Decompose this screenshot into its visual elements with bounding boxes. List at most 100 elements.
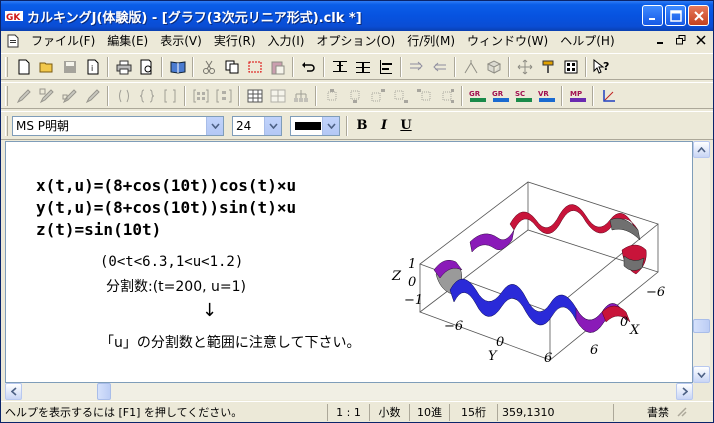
menu-edit[interactable]: 編集(E) [101, 32, 154, 50]
tools-button[interactable] [536, 56, 559, 78]
svg-text:?: ? [603, 60, 609, 73]
title-bar[interactable]: GK カルキングJ(体験版) - [グラフ(3次元リニア形式).clk *] [1, 1, 713, 31]
font-name-select[interactable]: MS P明朝 [12, 115, 224, 136]
graph-vr-button[interactable]: VR [535, 85, 558, 107]
mdi-restore-button[interactable] [673, 33, 689, 47]
note-text[interactable]: 「u」の分割数と範囲に注意して下さい。 [100, 332, 360, 352]
document-icon[interactable] [5, 33, 21, 49]
horizontal-scroll-thumb[interactable] [97, 383, 111, 400]
scroll-left-button[interactable] [5, 383, 22, 400]
minimize-button[interactable] [642, 5, 663, 26]
close-button[interactable] [688, 5, 709, 26]
print-button[interactable] [112, 56, 135, 78]
range-text[interactable]: (0<t<6.3,1<u<1.2) [100, 254, 243, 270]
menu-window[interactable]: ウィンドウ(W) [461, 32, 554, 50]
scroll-corner [693, 383, 710, 400]
menu-input[interactable]: 入力(I) [262, 32, 311, 50]
font-color-select[interactable] [290, 115, 340, 136]
menu-view[interactable]: 表示(V) [154, 32, 208, 50]
vertical-scrollbar[interactable] [693, 141, 710, 383]
italic-button[interactable]: I [373, 115, 395, 137]
menu-file[interactable]: ファイル(F) [25, 32, 101, 50]
font-name-dropdown-button[interactable] [206, 116, 223, 135]
vector-button[interactable] [212, 85, 235, 107]
box-bottom-button[interactable] [343, 85, 366, 107]
outdent-button[interactable] [428, 56, 451, 78]
box-left-button[interactable] [412, 85, 435, 107]
print-preview-button[interactable] [135, 56, 158, 78]
align-bottom-button[interactable] [374, 56, 397, 78]
align-top-button[interactable] [328, 56, 351, 78]
graph-sc-button[interactable]: SC [512, 85, 535, 107]
bracket-button[interactable] [158, 85, 181, 107]
cut-button[interactable] [197, 56, 220, 78]
close-icon [696, 35, 706, 45]
axis-button[interactable] [597, 85, 620, 107]
scroll-right-button[interactable] [676, 383, 693, 400]
brace-button[interactable] [135, 85, 158, 107]
resize-grip-icon[interactable] [675, 405, 689, 419]
open-button[interactable] [35, 56, 58, 78]
box-br-button[interactable] [389, 85, 412, 107]
scroll-down-button[interactable] [693, 366, 710, 383]
table-edit-button[interactable] [266, 85, 289, 107]
formula-y[interactable]: y(t,u)=(8+cos(10t))sin(t)×u [36, 198, 296, 217]
table-button[interactable] [243, 85, 266, 107]
vertical-scroll-thumb[interactable] [693, 319, 710, 333]
print-preview-icon [140, 59, 151, 74]
indent-button[interactable] [405, 56, 428, 78]
undo-button[interactable] [297, 56, 320, 78]
paren-button[interactable] [112, 85, 135, 107]
paste-button[interactable] [266, 56, 289, 78]
underline-button[interactable]: U [395, 115, 417, 137]
save-button[interactable] [58, 56, 81, 78]
pen-button-3[interactable] [58, 85, 81, 107]
properties-button[interactable]: i [81, 56, 104, 78]
font-size-dropdown-button[interactable] [264, 116, 281, 135]
pen-button-2[interactable] [35, 85, 58, 107]
book-button[interactable] [166, 56, 189, 78]
move-button[interactable] [513, 56, 536, 78]
context-help-button[interactable]: ? [590, 56, 613, 78]
formula-x[interactable]: x(t,u)=(8+cos(10t))cos(t)×u [36, 176, 296, 195]
mp-button[interactable]: MP [566, 85, 589, 107]
pen-button-1[interactable] [12, 85, 35, 107]
branch-button[interactable] [459, 56, 482, 78]
new-button[interactable] [12, 56, 35, 78]
box-both-button[interactable] [435, 85, 458, 107]
document-info-icon: i [87, 59, 98, 74]
mdi-close-button[interactable] [693, 33, 709, 47]
status-position: 1 : 1 [327, 403, 369, 421]
close-icon [693, 10, 704, 21]
graph-2d-button[interactable]: GR [466, 85, 489, 107]
maximize-button[interactable] [665, 5, 686, 26]
menu-options[interactable]: オプション(O) [310, 32, 401, 50]
tree-button[interactable] [289, 85, 312, 107]
menu-run[interactable]: 実行(R) [208, 32, 262, 50]
document-canvas[interactable]: x(t,u)=(8+cos(10t))cos(t)×u y(t,u)=(8+co… [5, 141, 693, 383]
select-button[interactable] [243, 56, 266, 78]
menu-row-col[interactable]: 行/列(M) [401, 32, 461, 50]
menu-help[interactable]: ヘルプ(H) [554, 32, 620, 50]
shape-button[interactable] [482, 56, 505, 78]
chevron-down-icon [268, 122, 278, 129]
graph-3d-button[interactable]: GR [489, 85, 512, 107]
font-color-dropdown-button[interactable] [322, 116, 339, 135]
align-center-button[interactable] [351, 56, 374, 78]
horizontal-scrollbar[interactable] [5, 383, 693, 400]
plot-3d[interactable]: Z 1 0 −1 −6 0 Y 6 −6 0 X 6 [390, 172, 690, 383]
box-tl-button[interactable] [320, 85, 343, 107]
box-tr-button[interactable] [366, 85, 389, 107]
matrix-button[interactable] [189, 85, 212, 107]
bold-button[interactable]: B [351, 115, 373, 137]
font-size-select[interactable]: 24 [232, 115, 282, 136]
mdi-minimize-button[interactable] [653, 33, 669, 47]
divisions-text[interactable]: 分割数:(t=200, u=1) [106, 276, 246, 296]
scroll-up-button[interactable] [693, 141, 710, 158]
grid-button[interactable] [559, 56, 582, 78]
pen-button-4[interactable] [81, 85, 104, 107]
copy-button[interactable] [220, 56, 243, 78]
app-icon[interactable]: GK [5, 9, 23, 23]
open-folder-icon [39, 62, 52, 72]
formula-z[interactable]: z(t)=sin(10t) [36, 220, 161, 239]
